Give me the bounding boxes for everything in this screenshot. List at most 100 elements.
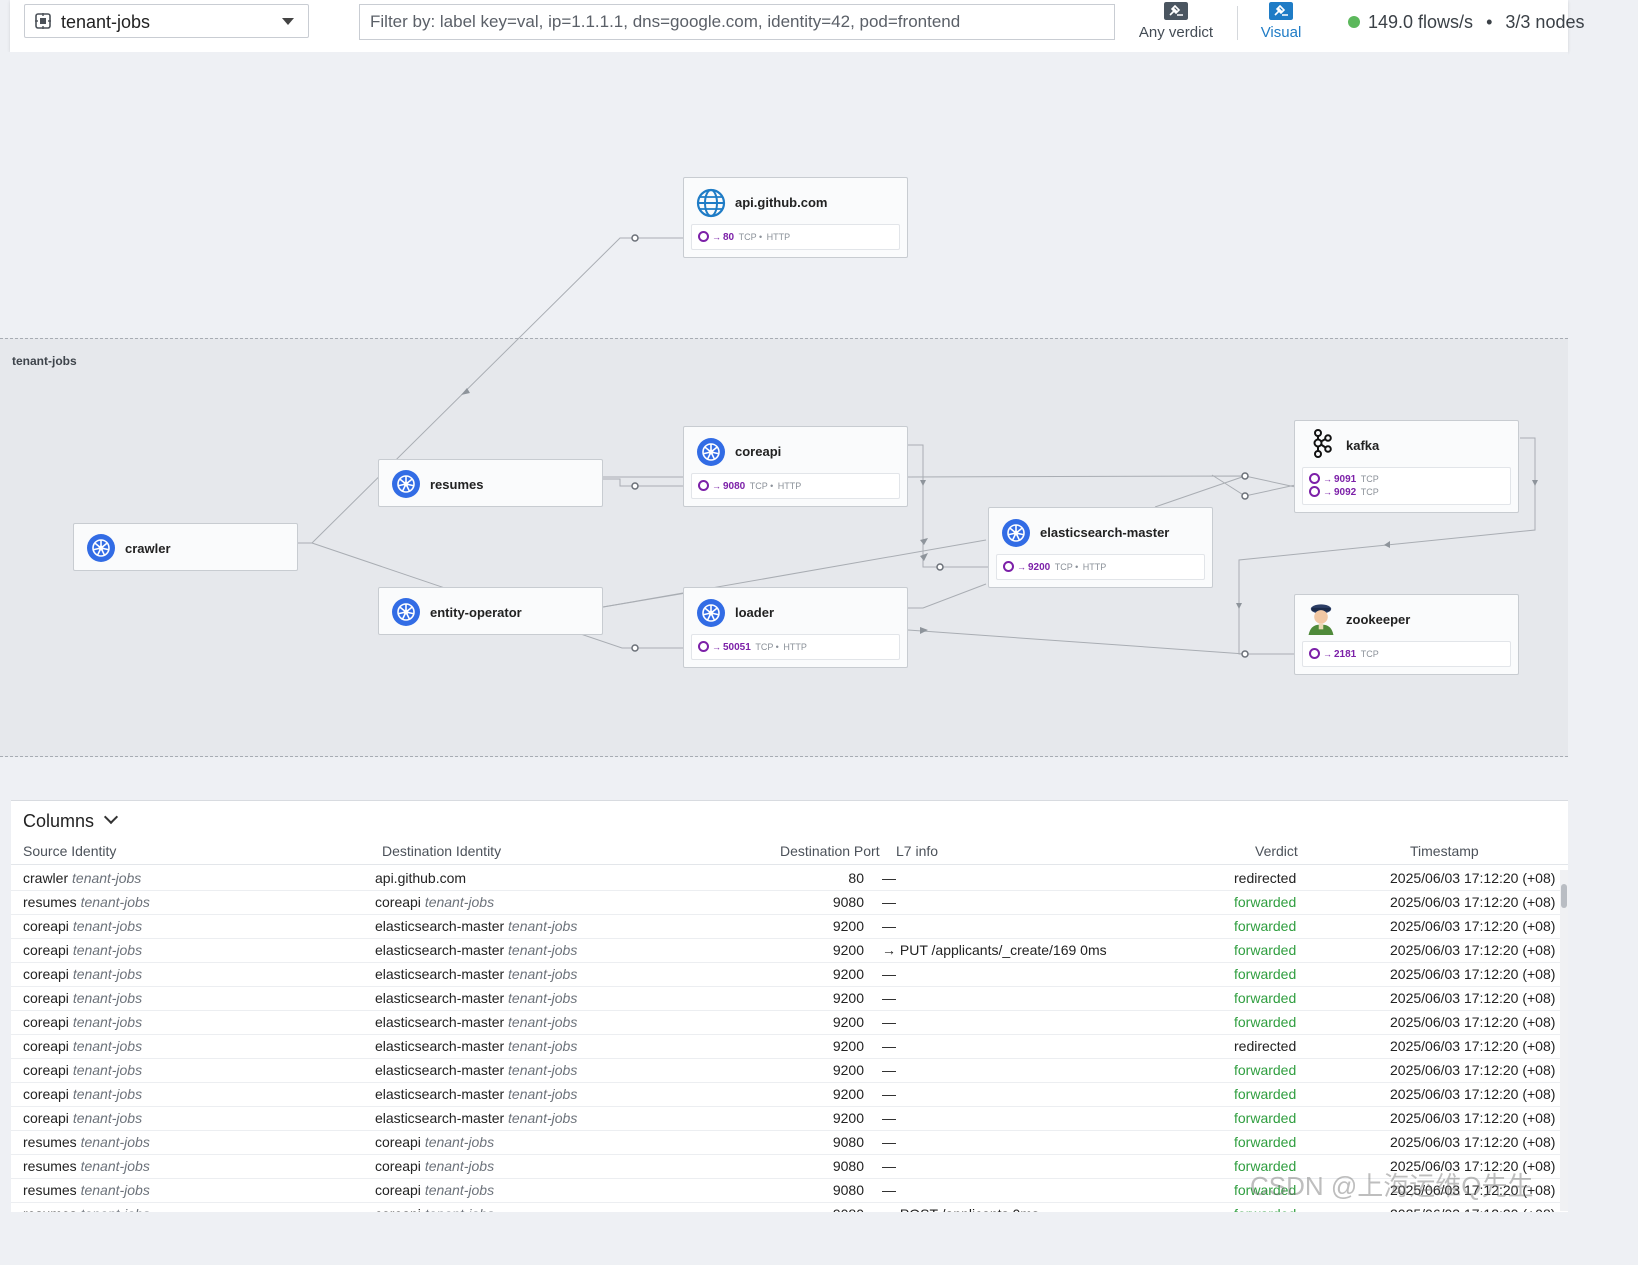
arrow-right-icon: → — [1323, 487, 1332, 497]
source-name: coreapi — [23, 918, 69, 934]
scrollbar-thumb[interactable] — [1561, 884, 1567, 908]
l7-info: → PUT /applicants/_create/169 0ms — [882, 942, 1107, 958]
destination-name: elasticsearch-master — [375, 1038, 505, 1054]
edge-junction — [631, 482, 639, 490]
table-row[interactable]: resumes tenant-jobscoreapi tenant-jobs90… — [11, 1130, 1560, 1155]
visual-button[interactable]: Visual — [1252, 2, 1310, 41]
node-api-github[interactable]: api.github.com → 80 TCP • HTTP — [683, 177, 908, 258]
port-protocol: TCP — [738, 232, 757, 242]
chevron-down-icon — [282, 18, 294, 25]
node-ports: → 9200 TCP • HTTP — [996, 554, 1205, 580]
destination-namespace: tenant-jobs — [424, 894, 495, 910]
edge-es-kafka — [1154, 475, 1246, 508]
source-identity: coreapi tenant-jobs — [23, 1038, 142, 1054]
destination-name: coreapi — [375, 1158, 421, 1174]
port-protocol: HTTP — [1082, 562, 1107, 572]
table-row[interactable]: coreapi tenant-jobs elasticsearch-master … — [11, 962, 1560, 987]
destination-name: coreapi — [375, 1206, 421, 1212]
destination-identity: api.github.com — [375, 870, 466, 886]
source-identity: resumes tenant-jobs — [23, 1206, 150, 1212]
port-icon — [1309, 648, 1320, 659]
verdict: forwarded — [1234, 1206, 1296, 1212]
source-namespace: tenant-jobs — [72, 1038, 143, 1054]
source-namespace: tenant-jobs — [72, 1062, 143, 1078]
source-identity: resumes tenant-jobs — [23, 894, 150, 910]
l7-info: — — [882, 1134, 896, 1150]
timestamp: 2025/06/03 17:12:20 (+08) — [1390, 990, 1556, 1006]
header-timestamp[interactable]: Timestamp — [1410, 843, 1479, 859]
table-row[interactable]: coreapi tenant-jobs elasticsearch-master … — [11, 1106, 1560, 1131]
source-namespace: tenant-jobs — [72, 942, 143, 958]
destination-name: elasticsearch-master — [375, 942, 505, 958]
status-dot — [1348, 16, 1360, 28]
header-verdict[interactable]: Verdict — [1255, 843, 1298, 859]
node-ports: → 9091 TCP → 9092 TCP — [1302, 467, 1511, 505]
node-crawler[interactable]: crawler — [73, 523, 298, 571]
destination-namespace: tenant-jobs — [508, 1014, 578, 1030]
source-namespace: tenant-jobs — [72, 1110, 143, 1126]
node-elasticsearch-master[interactable]: elasticsearch-master → 9200 TCP • HTTP — [988, 507, 1213, 588]
source-name: coreapi — [23, 942, 69, 958]
filter-input[interactable] — [360, 5, 1114, 39]
table-scrollbar[interactable] — [1560, 870, 1568, 1211]
node-title: kafka — [1346, 438, 1380, 453]
l7-info: — — [882, 1182, 896, 1198]
destination-port: 9200 — [832, 1062, 864, 1078]
timestamp: 2025/06/03 17:12:20 (+08) — [1390, 1014, 1556, 1030]
node-coreapi[interactable]: coreapi → 9080 TCP • HTTP — [683, 426, 908, 507]
node-ports: → 50051 TCP • HTTP — [691, 634, 900, 660]
destination-name: api.github.com — [375, 870, 467, 886]
destination-identity: elasticsearch-master tenant-jobs — [375, 966, 577, 982]
destination-port: 9200 — [832, 1086, 864, 1102]
table-row[interactable]: crawler tenant-jobs api.github.com 80 — red… — [11, 866, 1560, 891]
verdict: redirected — [1234, 1038, 1297, 1054]
verdict-filter-button[interactable]: Any verdict — [1137, 2, 1215, 41]
node-loader[interactable]: loader → 50051 TCP • HTTP — [683, 587, 908, 668]
table-row[interactable]: coreapi tenant-jobs elasticsearch-master … — [11, 1082, 1560, 1107]
node-entity-operator[interactable]: entity-operator — [378, 587, 603, 635]
verdict: forwarded — [1234, 1086, 1297, 1102]
columns-button[interactable]: Columns — [23, 809, 119, 832]
verdict: forwarded — [1234, 990, 1297, 1006]
node-title: api.github.com — [735, 195, 828, 210]
timestamp: 2025/06/03 17:12:20 (+08) — [1390, 1134, 1556, 1150]
node-kafka[interactable]: kafka → 9091 TCP → 9092 TCP — [1294, 420, 1519, 513]
timestamp: 2025/06/03 17:12:20 (+08) — [1390, 1110, 1556, 1126]
header-source[interactable]: Source Identity — [23, 843, 116, 859]
columns-label: Columns — [23, 811, 95, 831]
node-title: resumes — [430, 477, 484, 492]
namespace-selector[interactable]: tenant-jobs — [24, 4, 309, 38]
edge-junction — [631, 234, 639, 242]
table-row[interactable]: coreapi tenant-jobs elasticsearch-master … — [11, 1058, 1560, 1083]
header-destination[interactable]: Destination Identity — [382, 843, 501, 859]
table-row[interactable]: resumes tenant-jobscoreapi tenant-jobs90… — [11, 1202, 1560, 1212]
destination-port: 9200 — [832, 918, 864, 934]
edge-arrow — [920, 553, 928, 561]
table-row[interactable]: coreapi tenant-jobs elasticsearch-master … — [11, 914, 1560, 939]
namespace-label: tenant-jobs — [61, 12, 151, 32]
table-row[interactable]: coreapi tenant-jobs elasticsearch-master … — [11, 938, 1560, 963]
globe-icon — [696, 188, 726, 218]
destination-namespace: tenant-jobs — [508, 1062, 578, 1078]
port-number: 9200 — [1028, 562, 1051, 573]
table-row[interactable]: coreapi tenant-jobs elasticsearch-master … — [11, 1034, 1560, 1059]
table-row[interactable]: resumes tenant-jobscoreapi tenant-jobs90… — [11, 890, 1560, 915]
nodes-count: 3/3 nodes — [1505, 12, 1585, 32]
table-row[interactable]: coreapi tenant-jobs elasticsearch-master … — [11, 1010, 1560, 1035]
kubernetes-icon — [392, 598, 420, 626]
source-identity: coreapi tenant-jobs — [23, 918, 142, 934]
port-number: 9091 — [1334, 474, 1357, 485]
service-map[interactable]: tenant-jobs api.github.com → 80 TCP • HT… — [0, 52, 1568, 800]
timestamp: 2025/06/03 17:12:20 (+08) — [1390, 942, 1556, 958]
header-port[interactable]: Destination Port — [780, 843, 880, 859]
port-protocol: TCP — [749, 481, 768, 491]
node-resumes[interactable]: resumes — [378, 459, 603, 507]
node-zookeeper[interactable]: zookeeper → 2181 TCP — [1294, 594, 1519, 675]
destination-port: 9080 — [832, 1158, 864, 1174]
header-l7[interactable]: L7 info — [896, 843, 938, 859]
verdict: forwarded — [1234, 1110, 1297, 1126]
edge-arrow — [1236, 603, 1242, 609]
node-title: loader — [735, 605, 775, 620]
destination-namespace: tenant-jobs — [424, 1134, 495, 1150]
table-row[interactable]: coreapi tenant-jobs elasticsearch-master … — [11, 986, 1560, 1011]
